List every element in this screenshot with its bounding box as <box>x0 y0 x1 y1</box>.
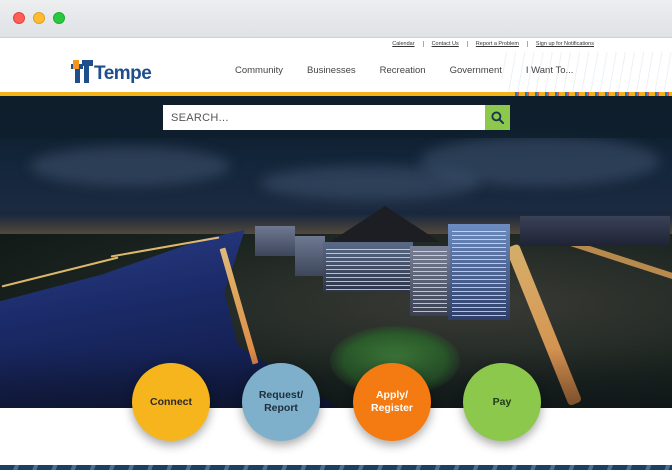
request-report-button[interactable]: Request/ Report <box>242 363 320 441</box>
request-report-label: Request/ Report <box>258 389 304 414</box>
nav-item-community[interactable]: Community <box>235 65 283 76</box>
search-button[interactable] <box>485 105 510 130</box>
search-input[interactable] <box>163 105 485 130</box>
utility-link-calendar[interactable]: Calendar <box>384 41 422 47</box>
apply-register-button[interactable]: Apply/ Register <box>353 363 431 441</box>
utility-link-report-problem[interactable]: Report a Problem <box>468 41 527 47</box>
maximize-window-button[interactable] <box>53 12 65 24</box>
tempe-logo-icon <box>71 60 93 84</box>
connect-button[interactable]: Connect <box>132 363 210 441</box>
pay-label: Pay <box>492 395 512 408</box>
nav-item-recreation[interactable]: Recreation <box>380 65 426 76</box>
pay-button[interactable]: Pay <box>463 363 541 441</box>
connect-label: Connect <box>150 395 192 408</box>
browser-chrome <box>0 0 672 38</box>
search-bar <box>0 96 672 138</box>
nav-item-government[interactable]: Government <box>450 65 502 76</box>
site-logo[interactable]: Tempe <box>71 57 152 87</box>
site-header: Tempe Community Businesses Recreation Go… <box>0 52 672 92</box>
hero-banner <box>0 96 672 408</box>
city-hall-building <box>330 206 440 242</box>
bottom-decoration <box>0 465 672 470</box>
utility-bar: Calendar Contact Us Report a Problem Sig… <box>0 38 672 52</box>
utility-link-contact-us[interactable]: Contact Us <box>424 41 467 47</box>
apply-register-label: Apply/ Register <box>370 389 413 414</box>
logo-text: Tempe <box>94 63 152 84</box>
main-nav: Community Businesses Recreation Governme… <box>235 65 597 76</box>
search-icon <box>491 111 504 124</box>
utility-link-notifications[interactable]: Sign up for Notifications <box>528 41 602 47</box>
nav-item-businesses[interactable]: Businesses <box>307 65 356 76</box>
utility-links: Calendar Contact Us Report a Problem Sig… <box>384 41 602 47</box>
close-window-button[interactable] <box>13 12 25 24</box>
nav-item-i-want-to[interactable]: I Want To... <box>526 65 574 76</box>
minimize-window-button[interactable] <box>33 12 45 24</box>
